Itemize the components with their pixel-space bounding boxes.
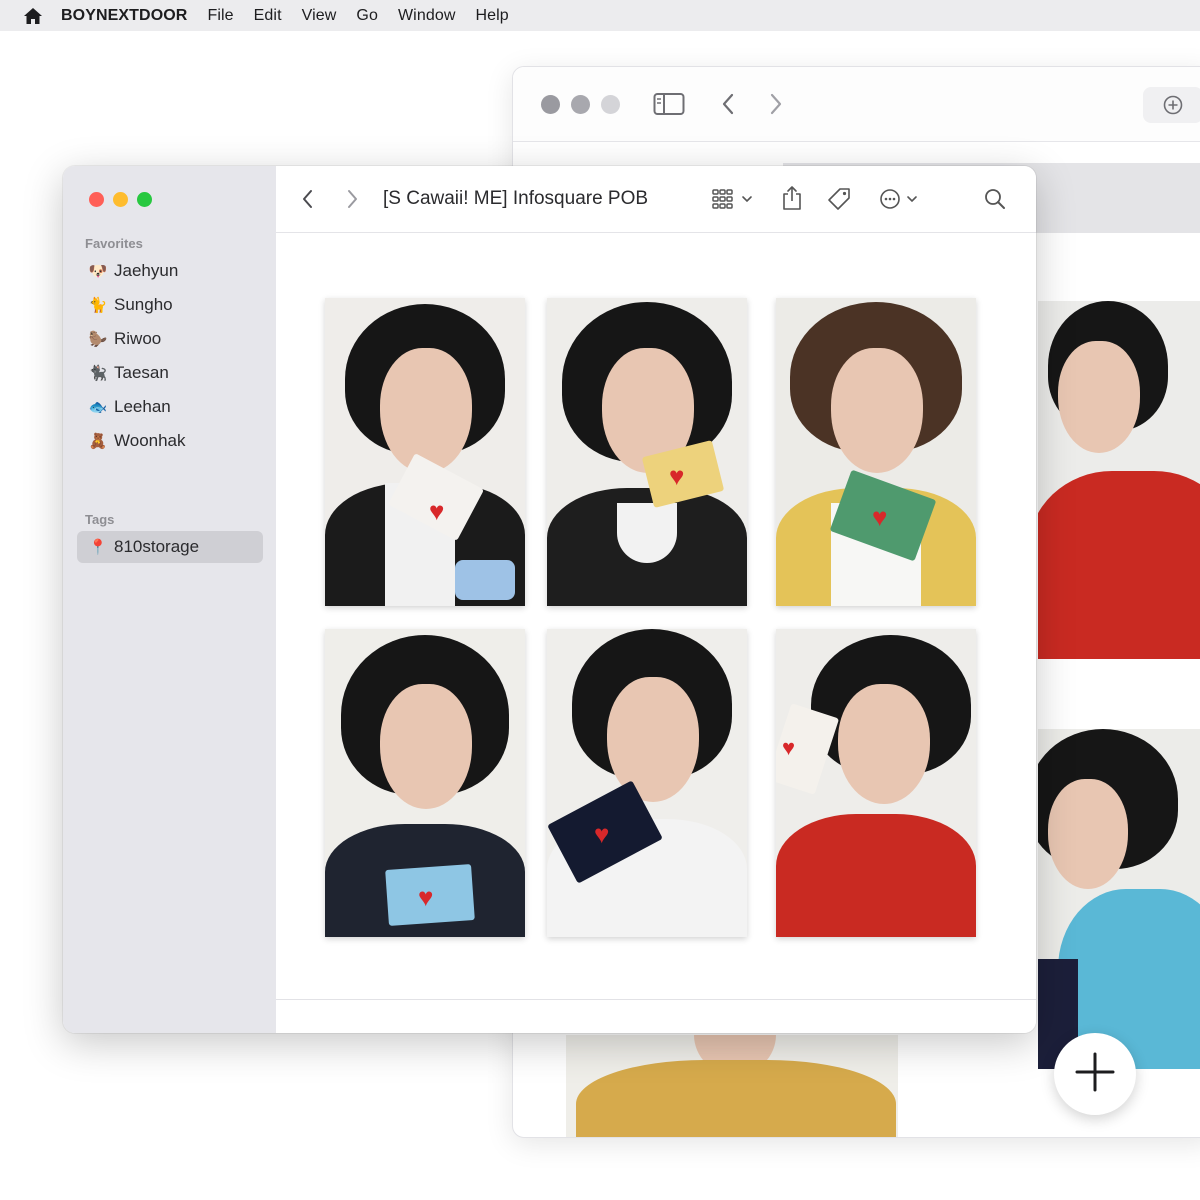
photo-card-6[interactable]: ♥ — [776, 629, 976, 937]
finder-window: Favorites 🐶 Jaehyun 🐈 Sungho 🦫 Riwoo 🐈‍⬛… — [63, 166, 1036, 1033]
menu-edit[interactable]: Edit — [254, 7, 282, 25]
photo-blue-jacket[interactable] — [1038, 729, 1200, 1069]
tag-icon[interactable] — [826, 186, 852, 212]
menu-go[interactable]: Go — [356, 7, 378, 25]
more-icon[interactable] — [878, 186, 924, 212]
menu-window[interactable]: Window — [398, 7, 456, 25]
search-icon[interactable] — [982, 186, 1008, 212]
inactive-minimize-button[interactable] — [571, 95, 590, 114]
sidebar-toggle-icon[interactable] — [653, 92, 685, 121]
photo-red-shirt[interactable] — [1038, 301, 1200, 659]
add-button[interactable] — [1054, 1033, 1136, 1115]
dog-icon: 🐶 — [88, 263, 108, 280]
sidebar-item-label: Sungho — [114, 295, 173, 314]
share-icon[interactable] — [780, 184, 804, 212]
sidebar-item-leehan[interactable]: 🐟 Leehan — [77, 391, 263, 423]
heart-icon: ♥ — [782, 735, 796, 760]
sidebar-item-label: Taesan — [114, 363, 169, 382]
sidebar-item-label: Riwoo — [114, 329, 162, 348]
home-icon[interactable] — [22, 5, 44, 27]
photo-card-4[interactable]: ♥ — [325, 629, 525, 937]
zoom-button[interactable] — [137, 192, 152, 207]
content-divider — [276, 999, 1036, 1000]
heart-icon: ♥ — [594, 819, 610, 849]
sidebar-item-label: Leehan — [114, 397, 171, 416]
heart-icon: ♥ — [429, 496, 445, 526]
sidebar-item-woonhak[interactable]: 🧸 Woonhak — [77, 425, 263, 457]
menu-app-name[interactable]: BOYNEXTDOOR — [61, 7, 187, 25]
menu-bar: BOYNEXTDOOR File Edit View Go Window Hel… — [0, 0, 1200, 31]
chevron-left-icon[interactable] — [718, 91, 738, 122]
menu-help[interactable]: Help — [475, 7, 508, 25]
sidebar-item-label: Jaehyun — [114, 261, 179, 280]
cat-icon: 🐈 — [88, 297, 108, 314]
minimize-button[interactable] — [113, 192, 128, 207]
sidebar-tag-810storage[interactable]: 📍 810storage — [77, 531, 263, 563]
window-title: [S Cawaii! ME] Infosquare POB — [383, 188, 649, 209]
chevron-left-icon[interactable] — [298, 186, 318, 212]
grid-view-icon[interactable] — [710, 186, 758, 212]
sidebar-item-jaehyun[interactable]: 🐶 Jaehyun — [77, 255, 263, 287]
sidebar: Favorites 🐶 Jaehyun 🐈 Sungho 🦫 Riwoo 🐈‍⬛… — [63, 166, 277, 1033]
black-cat-icon: 🐈‍⬛ — [88, 365, 108, 382]
photo-card-3[interactable]: ♥ — [776, 298, 976, 606]
heart-icon: ♥ — [418, 882, 434, 912]
beaver-icon: 🦫 — [88, 331, 108, 348]
menu-file[interactable]: File — [207, 7, 233, 25]
fish-icon: 🐟 — [88, 399, 108, 416]
file-grid: ♥ ♥ ♥ ♥ ♥ ♥ — [276, 233, 1036, 1033]
tags-heading: Tags — [85, 512, 115, 527]
sidebar-item-taesan[interactable]: 🐈‍⬛ Taesan — [77, 357, 263, 389]
background-window-toolbar — [513, 67, 1200, 142]
sidebar-item-riwoo[interactable]: 🦫 Riwoo — [77, 323, 263, 355]
finder-toolbar: [S Cawaii! ME] Infosquare POB — [276, 166, 1036, 233]
inactive-zoom-button[interactable] — [601, 95, 620, 114]
pin-icon: 📍 — [88, 539, 108, 556]
photo-card-2[interactable]: ♥ — [547, 298, 747, 606]
plus-icon — [1073, 1050, 1117, 1099]
photo-card-1[interactable]: ♥ — [325, 298, 525, 606]
photo-card-5[interactable]: ♥ — [547, 629, 747, 937]
sidebar-item-sungho[interactable]: 🐈 Sungho — [77, 289, 263, 321]
chevron-right-icon[interactable] — [342, 186, 362, 212]
heart-icon: ♥ — [669, 461, 685, 491]
add-icon[interactable] — [1143, 87, 1200, 123]
close-button[interactable] — [89, 192, 104, 207]
menu-view[interactable]: View — [302, 7, 337, 25]
inactive-close-button[interactable] — [541, 95, 560, 114]
heart-icon: ♥ — [872, 502, 888, 532]
sidebar-item-label: 810storage — [114, 537, 200, 556]
chevron-right-icon[interactable] — [766, 91, 786, 122]
favorites-heading: Favorites — [85, 236, 143, 251]
teddy-bear-icon: 🧸 — [88, 433, 108, 450]
photo-yellow-shirt[interactable] — [566, 1035, 898, 1137]
sidebar-item-label: Woonhak — [114, 431, 186, 450]
